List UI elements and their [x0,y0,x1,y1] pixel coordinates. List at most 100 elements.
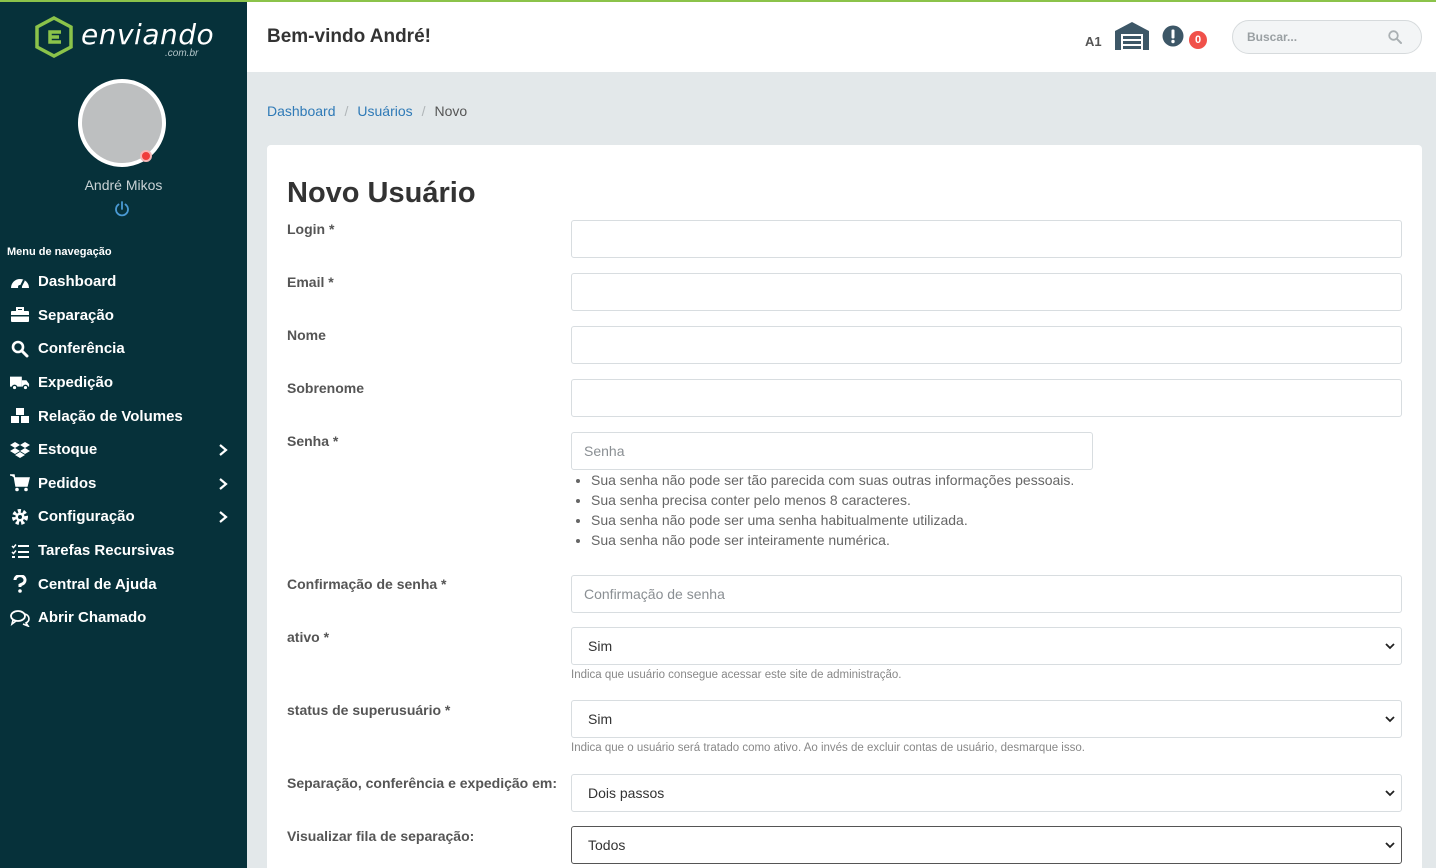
brand-logo[interactable]: enviando .com.br [34,16,214,62]
sobrenome-label: Sobrenome [287,380,365,396]
sidebar-item-label: Central de Ajuda [38,575,157,593]
ativo-label: ativo * [287,629,330,645]
warehouse-code: A1 [1085,34,1102,49]
confirmacao-senha-input[interactable] [571,575,1402,613]
email-label: Email * [287,274,334,290]
search-icon [10,339,30,359]
breadcrumb: Dashboard / Usuários / Novo [267,103,467,119]
status-indicator [140,150,152,162]
sidebar-item-label: Abrir Chamado [38,609,147,627]
sidebar: enviando .com.br André Mikos Menu de nav… [0,0,247,868]
top-header: Bem-vindo André! A1 0 [247,2,1436,72]
menu-title: Menu de navegação [7,246,112,258]
sidebar-item-label: Conferência [38,340,125,358]
brand-domain: .com.br [165,48,199,59]
breadcrumb-current: Novo [434,103,468,119]
chevron-down-icon [1385,790,1395,797]
briefcase-icon [10,305,30,325]
sidebar-item-label: Pedidos [38,474,97,492]
senha-label: Senha * [287,433,339,449]
password-rule: Sua senha precisa conter pelo menos 8 ca… [591,490,1074,510]
sidebar-item-label: Configuração [38,508,135,526]
login-input[interactable] [571,220,1402,258]
password-rules-list: Sua senha não pode ser tão parecida com … [591,470,1074,550]
password-rule: Sua senha não pode ser uma senha habitua… [591,510,1074,530]
question-icon [10,574,30,594]
separacao-select[interactable]: Dois passos [571,774,1402,812]
page-title: Novo Usuário [287,177,476,209]
sidebar-item-expedicao[interactable]: Expedição [0,366,247,400]
cart-icon [10,473,30,493]
chevron-right-icon [219,511,228,524]
separacao-label: Separação, conferência e expedição em: [287,775,558,791]
fila-separacao-select-value: Todos [588,837,626,853]
email-input[interactable] [571,273,1402,311]
welcome-message: Bem-vindo André! [267,26,431,47]
sidebar-item-pedidos[interactable]: Pedidos [0,467,247,501]
chevron-right-icon [219,477,228,490]
ativo-help-text: Indica que usuário consegue acessar este… [571,669,902,681]
boxes-icon [10,406,30,426]
sidebar-item-configuracao[interactable]: Configuração [0,500,247,534]
search-icon[interactable] [1388,30,1402,44]
breadcrumb-usuarios[interactable]: Usuários [357,103,412,119]
tasks-icon [10,541,30,561]
avatar[interactable] [78,79,166,167]
search-box [1232,20,1422,54]
sidebar-item-estoque[interactable]: Estoque [0,433,247,467]
sidebar-item-label: Relação de Volumes [38,407,183,425]
superusuario-help-text: Indica que o usuário será tratado como a… [571,742,1085,754]
separacao-select-value: Dois passos [588,785,665,801]
chevron-right-icon [219,444,228,456]
nav-menu: Dashboard Separação Conferência Expediçã… [0,265,247,635]
ativo-select-value: Sim [588,638,613,654]
gear-icon [10,507,30,527]
brand-name: enviando [81,18,215,51]
user-name: André Mikos [84,177,163,193]
chevron-down-icon [1385,716,1395,723]
breadcrumb-dashboard[interactable]: Dashboard [267,103,336,119]
sidebar-item-conferencia[interactable]: Conferência [0,332,247,366]
superusuario-select-value: Sim [588,711,613,727]
sidebar-item-central-ajuda[interactable]: Central de Ajuda [0,567,247,601]
sidebar-item-separacao[interactable]: Separação [0,299,247,333]
nome-label: Nome [287,327,326,343]
password-rule: Sua senha não pode ser tão parecida com … [591,470,1074,490]
password-rule: Sua senha não pode ser inteiramente numé… [591,530,1074,550]
sidebar-item-dashboard[interactable]: Dashboard [0,265,247,299]
ativo-select[interactable]: Sim [571,627,1402,665]
confirmacao-senha-label: Confirmação de senha * [287,576,447,592]
power-icon[interactable] [113,200,131,218]
search-input[interactable] [1247,27,1377,47]
warehouse-icon[interactable] [1114,21,1150,51]
sidebar-item-tarefas-recursivas[interactable]: Tarefas Recursivas [0,534,247,568]
fila-separacao-select[interactable]: Todos [571,826,1402,864]
comments-icon [10,608,30,628]
form-card: Novo Usuário Login * Email * Nome Sobren… [267,145,1422,868]
sidebar-item-label: Dashboard [38,273,117,291]
sidebar-item-relacao-volumes[interactable]: Relação de Volumes [0,399,247,433]
sidebar-item-label: Expedição [38,374,114,392]
nome-input[interactable] [571,326,1402,364]
alert-icon[interactable] [1162,25,1184,47]
dropbox-icon [10,440,30,460]
fila-separacao-label: Visualizar fila de separação: [287,828,475,844]
chevron-down-icon [1385,842,1395,849]
breadcrumb-separator: / [421,103,426,119]
login-label: Login * [287,221,335,237]
breadcrumb-separator: / [344,103,349,119]
sidebar-item-label: Estoque [38,441,98,459]
tachometer-icon [10,272,30,292]
sidebar-item-label: Separação [38,306,114,324]
top-accent-line [0,0,1436,2]
sobrenome-input[interactable] [571,379,1402,417]
sidebar-item-label: Tarefas Recursivas [38,542,175,560]
superusuario-label: status de superusuário * [287,702,451,718]
alert-count-badge[interactable]: 0 [1189,31,1207,49]
chevron-down-icon [1385,643,1395,650]
truck-icon [10,373,30,393]
sidebar-item-abrir-chamado[interactable]: Abrir Chamado [0,601,247,635]
superusuario-select[interactable]: Sim [571,700,1402,738]
logo-icon [35,16,73,58]
senha-input[interactable] [571,432,1093,470]
